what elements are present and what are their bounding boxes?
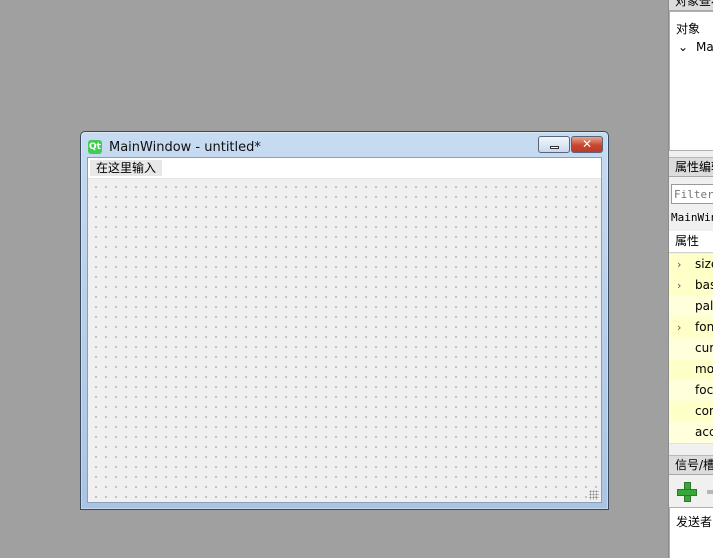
- property-row[interactable]: › baseSize: [669, 275, 713, 297]
- menu-bar: 在这里输入: [88, 158, 601, 179]
- design-canvas[interactable]: [88, 179, 601, 502]
- close-button[interactable]: ✕: [571, 136, 603, 153]
- property-row[interactable]: contextMenuPolicy: [669, 401, 713, 423]
- property-row[interactable]: › size: [669, 254, 713, 276]
- property-row[interactable]: acceptDrops: [669, 422, 713, 444]
- remove-connection-icon[interactable]: [707, 490, 713, 494]
- property-row[interactable]: focusPolicy: [669, 380, 713, 402]
- property-name: contextMenuPolicy: [695, 404, 713, 418]
- sender-column-header: 发送者: [676, 515, 713, 529]
- form-window[interactable]: Qt MainWindow - untitled* ✕ 在这里输入: [80, 131, 609, 510]
- property-name: palette: [695, 299, 713, 313]
- form-client-area: 在这里输入: [87, 157, 602, 503]
- form-title-bar[interactable]: Qt MainWindow - untitled* ✕: [81, 132, 608, 157]
- property-name: acceptDrops: [695, 425, 713, 439]
- right-dock: 对象查看器 对象 ⌄ MainWindow 属性编辑器 MainWindow :…: [668, 0, 713, 558]
- qt-logo-icon: Qt: [88, 140, 102, 154]
- object-inspector-title[interactable]: 对象查看器: [669, 0, 713, 11]
- object-column-header: 对象: [676, 22, 701, 36]
- menu-type-here[interactable]: 在这里输入: [90, 160, 163, 176]
- chevron-right-icon[interactable]: ›: [677, 254, 681, 275]
- property-name: size: [695, 257, 713, 271]
- chevron-right-icon[interactable]: ›: [677, 317, 681, 338]
- property-name: cursor: [695, 341, 713, 355]
- size-grip-icon[interactable]: [589, 490, 599, 500]
- chevron-right-icon[interactable]: ›: [677, 275, 681, 296]
- property-filter-input[interactable]: [671, 184, 713, 204]
- property-name: focusPolicy: [695, 383, 713, 397]
- chevron-down-icon[interactable]: ⌄: [678, 40, 688, 54]
- property-row[interactable]: mouseTracking: [669, 359, 713, 381]
- property-column-header: 属性: [669, 231, 713, 253]
- add-connection-icon[interactable]: [677, 482, 697, 502]
- property-name: baseSize: [695, 278, 713, 292]
- signal-slot-panel: 发送者: [669, 507, 713, 558]
- property-editor-title[interactable]: 属性编辑器: [669, 157, 713, 177]
- minimize-button[interactable]: [538, 136, 570, 153]
- property-class-label: MainWindow : QMainWindow: [671, 211, 713, 224]
- property-row[interactable]: › font: [669, 317, 713, 339]
- object-tree-row[interactable]: ⌄ MainWindow: [678, 40, 713, 54]
- property-name: font: [695, 320, 713, 334]
- property-row[interactable]: cursor: [669, 338, 713, 360]
- property-row[interactable]: palette: [669, 296, 713, 318]
- object-name: MainWindow: [696, 40, 713, 54]
- signal-slot-editor-title[interactable]: 信号/槽编辑器: [669, 455, 713, 475]
- window-title: MainWindow - untitled*: [109, 140, 261, 155]
- property-name: mouseTracking: [695, 362, 713, 376]
- object-inspector-panel: 对象 ⌄ MainWindow: [669, 11, 713, 151]
